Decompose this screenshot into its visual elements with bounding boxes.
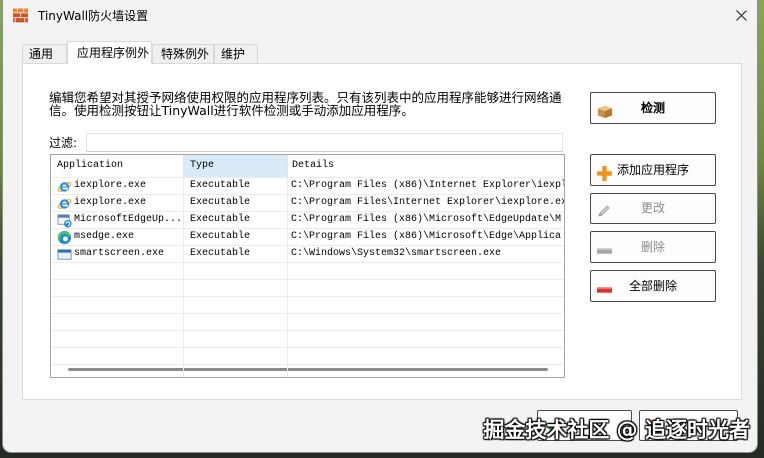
table-header: Application Type Details	[51, 155, 564, 178]
detect-button[interactable]: 检测	[590, 92, 716, 124]
cell-application: iexplore.exe	[51, 178, 183, 194]
window-title: TinyWall防火墙设置	[38, 9, 149, 23]
column-header-type[interactable]: Type	[184, 155, 288, 177]
cell-application: msedge.exe	[51, 229, 183, 245]
scrollbar-thumb[interactable]	[68, 368, 548, 371]
description-text: 编辑您希望对其授予网络使用权限的应用程序列表。只有该列表中的应用程序能够进行网络…	[49, 91, 562, 117]
cell-details: C:\Program Files (x86)\Microsoft\EdgeUpd…	[291, 214, 562, 225]
close-icon[interactable]	[730, 5, 752, 25]
modify-button[interactable]: 更改	[590, 193, 716, 224]
internet-explorer-icon	[57, 179, 72, 194]
title-bar: TinyWall防火墙设置	[3, 0, 757, 31]
edge-update-icon	[57, 213, 72, 228]
application-name: iexplore.exe	[74, 180, 147, 191]
application-window-icon	[57, 247, 72, 262]
column-header-application[interactable]: Application	[51, 155, 184, 177]
table-row[interactable]: iexplore.exe Executable C:\Program Files…	[51, 195, 564, 212]
description-line-2: 信。使用检测按钮让TinyWall进行软件检测或手动添加应用程序。	[49, 103, 414, 118]
filter-label: 过滤:	[49, 136, 78, 150]
brick-wall-icon	[12, 7, 29, 24]
tab-special-exceptions[interactable]: 特殊例外	[152, 44, 214, 63]
cell-details: C:\Windows\System32\smartscreen.exe	[291, 248, 502, 259]
cell-application: iexplore.exe	[51, 195, 183, 211]
column-divider	[183, 178, 184, 377]
remove-button[interactable]: 删除	[590, 231, 716, 263]
application-name: iexplore.exe	[74, 197, 147, 208]
filter-input[interactable]	[86, 133, 563, 152]
application-name: MicrosoftEdgeUp...	[74, 214, 183, 225]
red-minus-icon	[596, 278, 612, 294]
cell-application: smartscreen.exe	[51, 246, 183, 262]
tab-app-exceptions[interactable]: 应用程序例外	[67, 41, 152, 64]
column-header-details[interactable]: Details	[288, 155, 564, 177]
application-name: smartscreen.exe	[74, 248, 165, 259]
watermark: 掘金技术社区 @ 追逐时光者	[483, 418, 750, 442]
tab-general[interactable]: 通用	[22, 44, 67, 63]
cell-details: C:\Program Files (x86)\Internet Explorer…	[291, 180, 564, 191]
table-row[interactable]: MicrosoftEdgeUp... Executable C:\Program…	[51, 212, 564, 229]
cell-details: C:\Program Files\Internet Explorer\iexpl…	[291, 197, 564, 208]
settings-dialog: TinyWall防火墙设置 通用 应用程序例外 特殊例外 维护 编辑您希望对其授…	[3, 0, 757, 452]
cell-type: Executable	[190, 180, 251, 191]
tab-maintenance[interactable]: 维护	[214, 44, 258, 63]
edge-icon	[57, 230, 72, 245]
cell-type: Executable	[190, 197, 251, 208]
cell-type: Executable	[190, 214, 251, 225]
plus-icon	[596, 162, 612, 181]
table-row[interactable]: iexplore.exe Executable C:\Program Files…	[51, 178, 564, 195]
horizontal-scrollbar[interactable]	[51, 365, 564, 377]
table-body: iexplore.exe Executable C:\Program Files…	[51, 178, 564, 377]
add-application-button[interactable]: 添加应用程序	[590, 154, 716, 186]
pencil-icon	[596, 201, 612, 217]
cell-type: Executable	[190, 231, 251, 242]
remove-all-button[interactable]: 全部删除	[590, 270, 716, 302]
package-box-icon	[596, 100, 613, 119]
column-divider	[287, 178, 288, 377]
app-exceptions-panel: 编辑您希望对其授予网络使用权限的应用程序列表。只有该列表中的应用程序能够进行网络…	[22, 63, 742, 400]
table-row[interactable]: msedge.exe Executable C:\Program Files (…	[51, 229, 564, 246]
internet-explorer-icon	[57, 196, 72, 211]
cell-type: Executable	[190, 248, 251, 259]
table-row[interactable]: smartscreen.exe Executable C:\Windows\Sy…	[51, 246, 564, 263]
applications-table[interactable]: Application Type Details iexplore.exe Ex…	[50, 154, 565, 378]
cell-details: C:\Program Files (x86)\Microsoft\Edge\Ap…	[291, 231, 562, 242]
minus-icon	[596, 239, 612, 255]
cell-application: MicrosoftEdgeUp...	[51, 212, 183, 228]
application-name: msedge.exe	[74, 231, 135, 242]
